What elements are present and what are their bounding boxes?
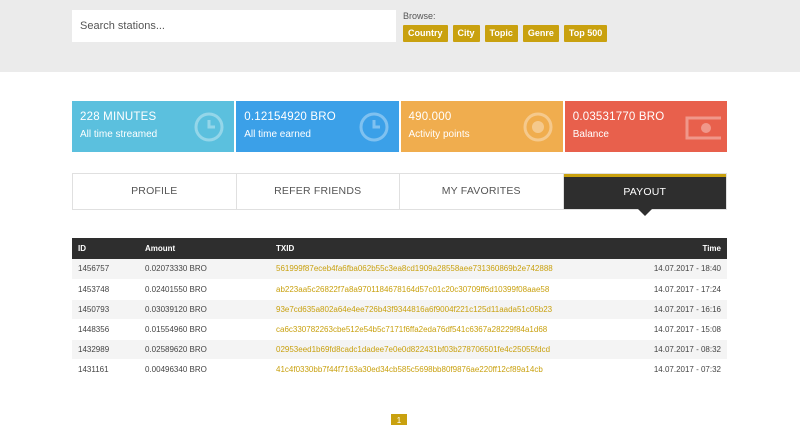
clock-icon <box>359 112 388 142</box>
cell-id: 1431161 <box>72 359 139 380</box>
txid-link[interactable]: ca6c330782263cbe512e54b5c7171f6ffa2eda76… <box>270 319 629 340</box>
cell-id: 1453748 <box>72 279 139 300</box>
browse-topic-button[interactable]: Topic <box>484 25 518 42</box>
browse-top500-button[interactable]: Top 500 <box>563 25 608 42</box>
cell-amount: 0.01554960 BRO <box>139 319 270 340</box>
txid-link[interactable]: 93e7cd635a802a64e4ee726b43f9344816a6f900… <box>270 299 629 320</box>
browse-country-button[interactable]: Country <box>403 25 448 42</box>
column-header-id: ID <box>72 238 139 259</box>
browse-label: Browse: <box>403 11 436 21</box>
browse-buttons: Country City Topic Genre Top 500 <box>403 25 608 42</box>
cell-time: 14.07.2017 - 17:24 <box>628 279 727 300</box>
profile-tabs: PROFILE REFER FRIENDS MY FAVORITES PAYOU… <box>72 173 727 216</box>
column-header-amount: Amount <box>139 238 270 259</box>
txid-link[interactable]: ab223aa5c26822f7a8a9701184678164d57c01c2… <box>270 279 629 300</box>
browse-genre-button[interactable]: Genre <box>522 25 559 42</box>
cell-id: 1448356 <box>72 319 139 340</box>
cell-time: 14.07.2017 - 07:32 <box>628 359 727 380</box>
table-row: 1456757 0.02073330 BRO 561999f87eceb4fa6… <box>72 259 727 280</box>
clock-icon <box>194 112 224 142</box>
payout-table: ID Amount TXID Time 1456757 0.02073330 B… <box>72 238 727 380</box>
cell-id: 1456757 <box>72 259 139 280</box>
txid-link[interactable]: 561999f87eceb4fa6fba062b55c3ea8cd1909a28… <box>270 259 629 280</box>
banknote-icon <box>685 116 721 140</box>
cell-id: 1450793 <box>72 299 139 320</box>
cell-id: 1432989 <box>72 339 139 360</box>
table-row: 1453748 0.02401550 BRO ab223aa5c26822f7a… <box>72 279 727 300</box>
txid-link[interactable]: 41c4f0330bb7f44f7163a30ed34cb585c5698bb8… <box>270 359 629 380</box>
table-row: 1448356 0.01554960 BRO ca6c330782263cbe5… <box>72 319 727 340</box>
tab-my-favorites[interactable]: MY FAVORITES <box>400 174 564 209</box>
browse-city-button[interactable]: City <box>452 25 480 42</box>
cell-amount: 0.03039120 BRO <box>139 299 270 320</box>
cell-time: 14.07.2017 - 16:16 <box>628 299 727 320</box>
txid-link[interactable]: 02953eed1b69fd8cadc1dadee7e0e0d822431bf0… <box>270 339 629 360</box>
cell-time: 14.07.2017 - 15:08 <box>628 319 727 340</box>
pagination-current-page[interactable]: 1 <box>391 414 407 425</box>
column-header-time: Time <box>628 238 727 259</box>
cell-time: 14.07.2017 - 08:32 <box>628 339 727 360</box>
table-row: 1450793 0.03039120 BRO 93e7cd635a802a64e… <box>72 299 727 320</box>
stat-activity: 490.000 Activity points <box>400 101 563 152</box>
column-header-txid: TXID <box>270 238 629 259</box>
tab-refer-friends[interactable]: REFER FRIENDS <box>237 174 400 209</box>
tab-profile[interactable]: PROFILE <box>73 174 237 209</box>
stats-row: 228 MINUTES All time streamed 0.12154920… <box>72 101 727 152</box>
cell-amount: 0.02401550 BRO <box>139 279 270 300</box>
stat-streamed: 228 MINUTES All time streamed <box>72 101 235 152</box>
target-icon <box>523 112 553 142</box>
cell-amount: 0.02589620 BRO <box>139 339 270 360</box>
stat-balance: 0.03531770 BRO Balance <box>564 101 727 152</box>
table-header-row: ID Amount TXID Time <box>72 238 727 259</box>
search-input[interactable] <box>72 10 396 42</box>
cell-amount: 0.02073330 BRO <box>139 259 270 280</box>
stat-earned: 0.12154920 BRO All time earned <box>236 101 399 152</box>
cell-time: 14.07.2017 - 18:40 <box>628 259 727 280</box>
table-row: 1431161 0.00496340 BRO 41c4f0330bb7f44f7… <box>72 359 727 380</box>
top-bar: Browse: Country City Topic Genre Top 500 <box>0 0 800 72</box>
tab-payout[interactable]: PAYOUT <box>563 174 726 216</box>
table-row: 1432989 0.02589620 BRO 02953eed1b69fd8ca… <box>72 339 727 360</box>
cell-amount: 0.00496340 BRO <box>139 359 270 380</box>
